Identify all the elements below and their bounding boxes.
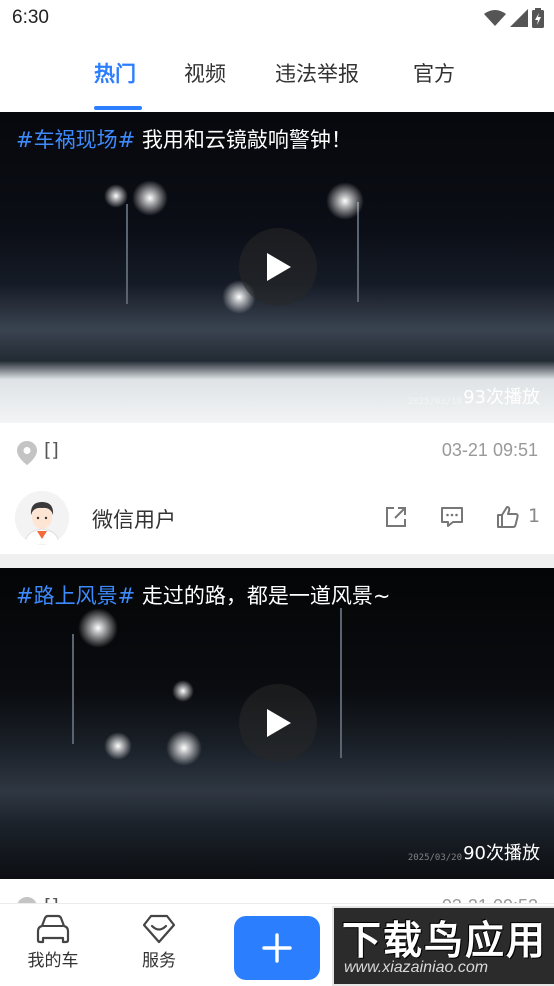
feed-tabs: 热门 视频 违法举报 官方 — [0, 40, 554, 113]
post-topic[interactable]: #车祸现场# — [16, 128, 135, 152]
post-divider — [0, 554, 554, 568]
tab-violation-report[interactable]: 违法举报 — [275, 58, 359, 88]
like-icon[interactable] — [496, 505, 520, 529]
play-button[interactable] — [239, 684, 317, 762]
street-light — [132, 180, 168, 216]
post-caption: #车祸现场# 我用和云镜敲响警钟！ — [16, 124, 352, 154]
share-icon[interactable] — [384, 505, 408, 529]
post-author-row: 微信用户 1 — [0, 483, 554, 555]
play-icon — [267, 253, 291, 281]
wifi-icon — [484, 10, 506, 26]
street-light — [172, 680, 194, 702]
tab-official[interactable]: 官方 — [413, 58, 455, 88]
nav-my-car[interactable]: 我的车 — [8, 904, 98, 971]
battery-icon — [532, 8, 544, 28]
avatar-icon — [15, 491, 69, 545]
car-icon — [36, 914, 70, 944]
street-light — [104, 184, 128, 208]
play-count: 90次播放 — [463, 843, 540, 864]
post-meta: [] 03-21 09:51 — [0, 423, 554, 483]
tab-video[interactable]: 视频 — [184, 58, 226, 88]
user-name[interactable]: 微信用户 — [92, 504, 176, 534]
street-light — [326, 182, 364, 220]
like-count: 1 — [528, 505, 541, 527]
watermark-title: 下载鸟应用 — [342, 919, 548, 964]
nav-label: 服务 — [142, 951, 176, 971]
service-icon — [142, 914, 176, 944]
car-headlight — [104, 732, 132, 760]
post-caption: #路上风景# 走过的路，都是一道风景~ — [16, 580, 390, 610]
location-icon — [17, 441, 37, 465]
nav-service[interactable]: 服务 — [114, 904, 204, 971]
add-icon — [262, 933, 292, 963]
play-count: 93次播放 — [463, 387, 540, 408]
post-time: 03-21 09:51 — [441, 440, 538, 460]
active-tab-indicator — [94, 106, 142, 110]
add-button[interactable] — [234, 916, 320, 980]
status-time: 6:30 — [12, 7, 49, 28]
post-text: 我用和云镜敲响警钟！ — [135, 128, 352, 152]
status-icons — [484, 8, 544, 28]
video-thumbnail[interactable]: #路上风景# 走过的路，都是一道风景~ 2025/03/20 90次播放 — [0, 568, 554, 879]
street-light — [78, 608, 118, 648]
video-date: 2025/03/20 — [407, 853, 462, 863]
watermark-url: www.xiazainiao.com — [344, 959, 489, 976]
street-light-pole — [72, 634, 74, 744]
comment-icon[interactable] — [440, 505, 464, 529]
street-light-pole — [357, 202, 359, 302]
nav-label: 我的车 — [27, 951, 79, 971]
street-light-pole — [340, 608, 342, 758]
avatar[interactable] — [15, 491, 69, 545]
tab-hot[interactable]: 热门 — [94, 58, 136, 88]
street-light-pole — [126, 204, 128, 304]
signal-icon — [510, 9, 528, 27]
post-text: 走过的路，都是一道风景~ — [135, 584, 391, 608]
post-topic[interactable]: #路上风景# — [16, 584, 135, 608]
site-watermark: 下载鸟应用 www.xiazainiao.com — [332, 906, 554, 986]
car-headlight — [166, 730, 202, 766]
location-text: [] — [44, 439, 59, 461]
status-bar: 6:30 — [0, 0, 554, 40]
video-thumbnail[interactable]: #车祸现场# 我用和云镜敲响警钟！ 2025/03/18 93次播放 — [0, 112, 554, 423]
play-button[interactable] — [239, 228, 317, 306]
play-icon — [267, 709, 291, 737]
video-date: 2025/03/18 — [407, 397, 462, 407]
